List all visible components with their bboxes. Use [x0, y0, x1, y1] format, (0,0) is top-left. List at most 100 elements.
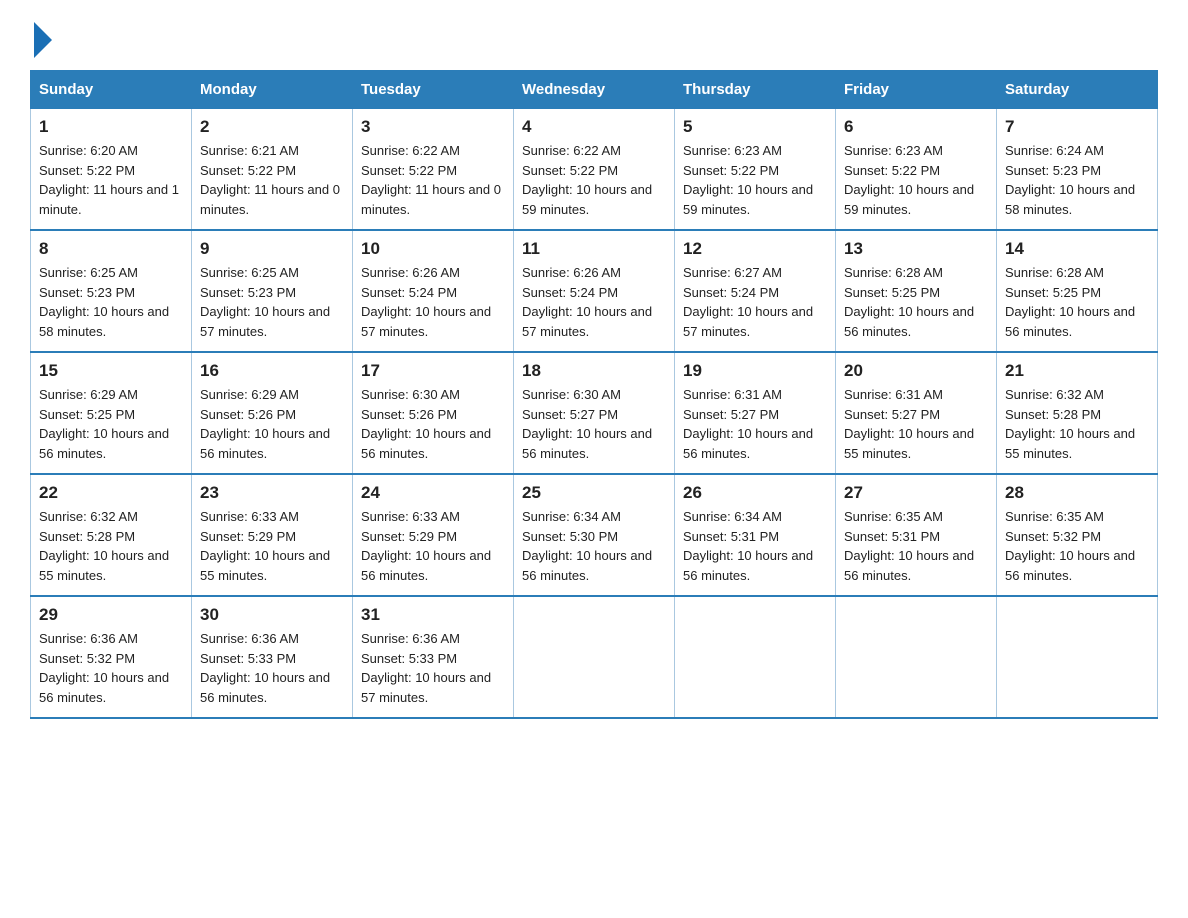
day-info: Sunrise: 6:22 AMSunset: 5:22 PMDaylight:…	[522, 141, 666, 219]
day-number: 6	[844, 117, 988, 137]
calendar-cell	[675, 596, 836, 718]
header-tuesday: Tuesday	[353, 71, 514, 109]
day-info: Sunrise: 6:36 AMSunset: 5:33 PMDaylight:…	[361, 629, 505, 707]
calendar-cell: 22 Sunrise: 6:32 AMSunset: 5:28 PMDayligh…	[31, 474, 192, 596]
calendar-week-row: 15 Sunrise: 6:29 AMSunset: 5:25 PMDayligh…	[31, 352, 1158, 474]
day-number: 30	[200, 605, 344, 625]
day-info: Sunrise: 6:20 AMSunset: 5:22 PMDaylight:…	[39, 141, 183, 219]
day-info: Sunrise: 6:30 AMSunset: 5:27 PMDaylight:…	[522, 385, 666, 463]
calendar-cell: 13 Sunrise: 6:28 AMSunset: 5:25 PMDayligh…	[836, 230, 997, 352]
calendar-cell: 3 Sunrise: 6:22 AMSunset: 5:22 PMDaylight…	[353, 109, 514, 231]
day-info: Sunrise: 6:22 AMSunset: 5:22 PMDaylight:…	[361, 141, 505, 219]
header-wednesday: Wednesday	[514, 71, 675, 109]
day-number: 27	[844, 483, 988, 503]
calendar-cell: 4 Sunrise: 6:22 AMSunset: 5:22 PMDaylight…	[514, 109, 675, 231]
day-number: 15	[39, 361, 183, 381]
calendar-cell: 2 Sunrise: 6:21 AMSunset: 5:22 PMDaylight…	[192, 109, 353, 231]
calendar-cell: 19Sunrise: 6:31 AMSunset: 5:27 PMDayligh…	[675, 352, 836, 474]
header-friday: Friday	[836, 71, 997, 109]
day-info: Sunrise: 6:26 AMSunset: 5:24 PMDaylight:…	[361, 263, 505, 341]
day-info: Sunrise: 6:25 AMSunset: 5:23 PMDaylight:…	[200, 263, 344, 341]
calendar-cell: 24Sunrise: 6:33 AMSunset: 5:29 PMDayligh…	[353, 474, 514, 596]
calendar-cell: 16 Sunrise: 6:29 AMSunset: 5:26 PMDayligh…	[192, 352, 353, 474]
day-number: 4	[522, 117, 666, 137]
day-number: 31	[361, 605, 505, 625]
calendar-cell: 28Sunrise: 6:35 AMSunset: 5:32 PMDayligh…	[997, 474, 1158, 596]
day-info: Sunrise: 6:24 AMSunset: 5:23 PMDaylight:…	[1005, 141, 1149, 219]
calendar-cell: 21 Sunrise: 6:32 AMSunset: 5:28 PMDayligh…	[997, 352, 1158, 474]
calendar-cell: 26 Sunrise: 6:34 AMSunset: 5:31 PMDayligh…	[675, 474, 836, 596]
calendar-cell: 29 Sunrise: 6:36 AMSunset: 5:32 PMDayligh…	[31, 596, 192, 718]
calendar-week-row: 1 Sunrise: 6:20 AMSunset: 5:22 PMDaylight…	[31, 109, 1158, 231]
day-info: Sunrise: 6:32 AMSunset: 5:28 PMDaylight:…	[1005, 385, 1149, 463]
day-info: Sunrise: 6:25 AMSunset: 5:23 PMDaylight:…	[39, 263, 183, 341]
day-info: Sunrise: 6:28 AMSunset: 5:25 PMDaylight:…	[1005, 263, 1149, 341]
calendar-week-row: 29 Sunrise: 6:36 AMSunset: 5:32 PMDayligh…	[31, 596, 1158, 718]
day-info: Sunrise: 6:29 AMSunset: 5:26 PMDaylight:…	[200, 385, 344, 463]
calendar-header-row: SundayMondayTuesdayWednesdayThursdayFrid…	[31, 71, 1158, 109]
day-info: Sunrise: 6:23 AMSunset: 5:22 PMDaylight:…	[683, 141, 827, 219]
calendar-cell: 9 Sunrise: 6:25 AMSunset: 5:23 PMDaylight…	[192, 230, 353, 352]
logo-triangle-icon	[34, 22, 52, 58]
header-saturday: Saturday	[997, 71, 1158, 109]
day-info: Sunrise: 6:35 AMSunset: 5:31 PMDaylight:…	[844, 507, 988, 585]
day-number: 29	[39, 605, 183, 625]
day-info: Sunrise: 6:34 AMSunset: 5:30 PMDaylight:…	[522, 507, 666, 585]
day-number: 1	[39, 117, 183, 137]
calendar-cell: 31 Sunrise: 6:36 AMSunset: 5:33 PMDayligh…	[353, 596, 514, 718]
day-number: 2	[200, 117, 344, 137]
day-info: Sunrise: 6:36 AMSunset: 5:32 PMDaylight:…	[39, 629, 183, 707]
calendar-cell: 18 Sunrise: 6:30 AMSunset: 5:27 PMDayligh…	[514, 352, 675, 474]
day-info: Sunrise: 6:33 AMSunset: 5:29 PMDaylight:…	[200, 507, 344, 585]
day-number: 23	[200, 483, 344, 503]
day-info: Sunrise: 6:30 AMSunset: 5:26 PMDaylight:…	[361, 385, 505, 463]
day-info: Sunrise: 6:31 AMSunset: 5:27 PMDaylight:…	[683, 385, 827, 463]
calendar-cell: 23 Sunrise: 6:33 AMSunset: 5:29 PMDayligh…	[192, 474, 353, 596]
day-number: 13	[844, 239, 988, 259]
header-thursday: Thursday	[675, 71, 836, 109]
day-number: 17	[361, 361, 505, 381]
calendar-cell: 8 Sunrise: 6:25 AMSunset: 5:23 PMDaylight…	[31, 230, 192, 352]
day-number: 26	[683, 483, 827, 503]
day-number: 3	[361, 117, 505, 137]
calendar-cell: 25Sunrise: 6:34 AMSunset: 5:30 PMDayligh…	[514, 474, 675, 596]
day-info: Sunrise: 6:28 AMSunset: 5:25 PMDaylight:…	[844, 263, 988, 341]
day-info: Sunrise: 6:31 AMSunset: 5:27 PMDaylight:…	[844, 385, 988, 463]
day-info: Sunrise: 6:23 AMSunset: 5:22 PMDaylight:…	[844, 141, 988, 219]
day-info: Sunrise: 6:29 AMSunset: 5:25 PMDaylight:…	[39, 385, 183, 463]
day-number: 8	[39, 239, 183, 259]
calendar-cell: 30Sunrise: 6:36 AMSunset: 5:33 PMDayligh…	[192, 596, 353, 718]
calendar-cell: 7 Sunrise: 6:24 AMSunset: 5:23 PMDaylight…	[997, 109, 1158, 231]
calendar-week-row: 22 Sunrise: 6:32 AMSunset: 5:28 PMDayligh…	[31, 474, 1158, 596]
calendar-cell: 17 Sunrise: 6:30 AMSunset: 5:26 PMDayligh…	[353, 352, 514, 474]
day-info: Sunrise: 6:27 AMSunset: 5:24 PMDaylight:…	[683, 263, 827, 341]
day-number: 14	[1005, 239, 1149, 259]
day-number: 11	[522, 239, 666, 259]
day-number: 18	[522, 361, 666, 381]
day-number: 9	[200, 239, 344, 259]
calendar-cell	[514, 596, 675, 718]
day-number: 21	[1005, 361, 1149, 381]
calendar-cell: 15 Sunrise: 6:29 AMSunset: 5:25 PMDayligh…	[31, 352, 192, 474]
day-number: 7	[1005, 117, 1149, 137]
header-sunday: Sunday	[31, 71, 192, 109]
calendar-cell: 5 Sunrise: 6:23 AMSunset: 5:22 PMDaylight…	[675, 109, 836, 231]
day-info: Sunrise: 6:21 AMSunset: 5:22 PMDaylight:…	[200, 141, 344, 219]
day-number: 5	[683, 117, 827, 137]
page-header	[30, 20, 1158, 50]
day-info: Sunrise: 6:34 AMSunset: 5:31 PMDaylight:…	[683, 507, 827, 585]
day-info: Sunrise: 6:32 AMSunset: 5:28 PMDaylight:…	[39, 507, 183, 585]
calendar-cell: 14 Sunrise: 6:28 AMSunset: 5:25 PMDayligh…	[997, 230, 1158, 352]
day-number: 16	[200, 361, 344, 381]
calendar-table: SundayMondayTuesdayWednesdayThursdayFrid…	[30, 70, 1158, 719]
calendar-cell: 11Sunrise: 6:26 AMSunset: 5:24 PMDayligh…	[514, 230, 675, 352]
logo	[30, 20, 52, 50]
calendar-cell: 1 Sunrise: 6:20 AMSunset: 5:22 PMDaylight…	[31, 109, 192, 231]
day-number: 28	[1005, 483, 1149, 503]
day-number: 20	[844, 361, 988, 381]
calendar-cell: 6 Sunrise: 6:23 AMSunset: 5:22 PMDaylight…	[836, 109, 997, 231]
calendar-cell: 20 Sunrise: 6:31 AMSunset: 5:27 PMDayligh…	[836, 352, 997, 474]
day-number: 10	[361, 239, 505, 259]
day-number: 22	[39, 483, 183, 503]
calendar-cell	[836, 596, 997, 718]
